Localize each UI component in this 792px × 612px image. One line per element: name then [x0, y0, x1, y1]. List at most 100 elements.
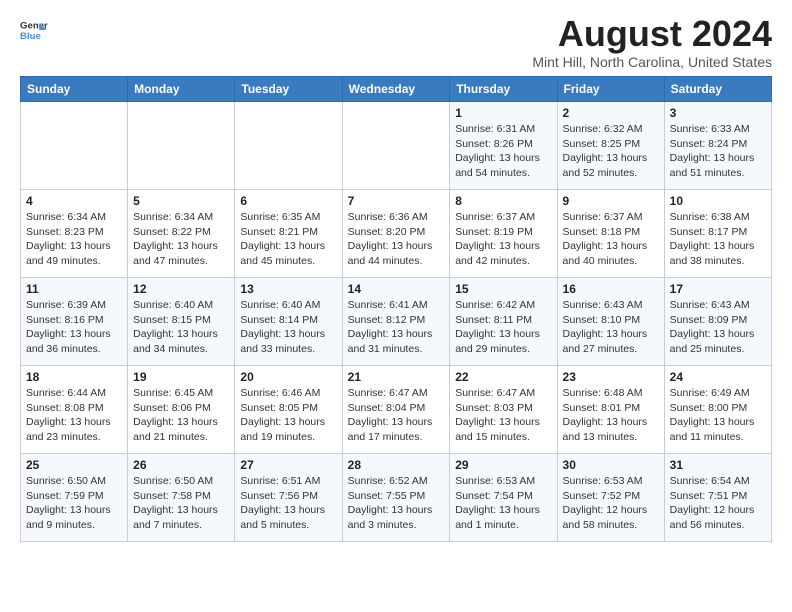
day-number: 19 [133, 370, 229, 384]
day-number: 8 [455, 194, 551, 208]
day-info: Sunrise: 6:39 AM Sunset: 8:16 PM Dayligh… [26, 298, 122, 357]
day-number: 20 [240, 370, 336, 384]
day-number: 14 [348, 282, 445, 296]
calendar-cell: 10 Sunrise: 6:38 AM Sunset: 8:17 PM Dayli… [664, 190, 771, 278]
day-number: 24 [670, 370, 766, 384]
day-number: 15 [455, 282, 551, 296]
title-block: August 2024 Mint Hill, North Carolina, U… [532, 16, 772, 70]
day-number: 5 [133, 194, 229, 208]
calendar-cell: 28 Sunrise: 6:52 AM Sunset: 7:55 PM Dayli… [342, 454, 450, 542]
calendar-cell: 7 Sunrise: 6:36 AM Sunset: 8:20 PM Daylig… [342, 190, 450, 278]
day-number: 4 [26, 194, 122, 208]
day-number: 21 [348, 370, 445, 384]
weekday-header-sunday: Sunday [21, 77, 128, 102]
day-info: Sunrise: 6:40 AM Sunset: 8:14 PM Dayligh… [240, 298, 336, 357]
logo-icon: General Blue [20, 16, 48, 44]
day-number: 11 [26, 282, 122, 296]
month-year-title: August 2024 [532, 16, 772, 52]
weekday-header-thursday: Thursday [450, 77, 557, 102]
calendar-cell: 27 Sunrise: 6:51 AM Sunset: 7:56 PM Dayli… [235, 454, 342, 542]
day-info: Sunrise: 6:48 AM Sunset: 8:01 PM Dayligh… [563, 386, 659, 445]
day-info: Sunrise: 6:37 AM Sunset: 8:19 PM Dayligh… [455, 210, 551, 269]
day-number: 1 [455, 106, 551, 120]
weekday-header-friday: Friday [557, 77, 664, 102]
day-info: Sunrise: 6:36 AM Sunset: 8:20 PM Dayligh… [348, 210, 445, 269]
svg-text:Blue: Blue [20, 31, 41, 42]
calendar-cell: 22Sunrise: 6:47 AM Sunset: 8:03 PM Dayli… [450, 366, 557, 454]
day-info: Sunrise: 6:50 AM Sunset: 7:58 PM Dayligh… [133, 474, 229, 533]
day-info: Sunrise: 6:51 AM Sunset: 7:56 PM Dayligh… [240, 474, 336, 533]
day-number: 13 [240, 282, 336, 296]
calendar-cell: 25Sunrise: 6:50 AM Sunset: 7:59 PM Dayli… [21, 454, 128, 542]
calendar-cell: 19 Sunrise: 6:45 AM Sunset: 8:06 PM Dayli… [128, 366, 235, 454]
day-info: Sunrise: 6:32 AM Sunset: 8:25 PM Dayligh… [563, 122, 659, 181]
day-info: Sunrise: 6:37 AM Sunset: 8:18 PM Dayligh… [563, 210, 659, 269]
calendar-cell [342, 102, 450, 190]
calendar-cell: 18 Sunrise: 6:44 AM Sunset: 8:08 PM Dayli… [21, 366, 128, 454]
weekday-header-tuesday: Tuesday [235, 77, 342, 102]
day-info: Sunrise: 6:44 AM Sunset: 8:08 PM Dayligh… [26, 386, 122, 445]
calendar-cell [128, 102, 235, 190]
day-number: 7 [348, 194, 445, 208]
calendar-cell: 26 Sunrise: 6:50 AM Sunset: 7:58 PM Dayli… [128, 454, 235, 542]
day-number: 3 [670, 106, 766, 120]
day-info: Sunrise: 6:50 AM Sunset: 7:59 PM Dayligh… [26, 474, 122, 533]
day-info: Sunrise: 6:45 AM Sunset: 8:06 PM Dayligh… [133, 386, 229, 445]
day-info: Sunrise: 6:34 AM Sunset: 8:22 PM Dayligh… [133, 210, 229, 269]
day-number: 29 [455, 458, 551, 472]
calendar-cell [235, 102, 342, 190]
day-info: Sunrise: 6:47 AM Sunset: 8:03 PM Dayligh… [455, 386, 551, 445]
day-number: 30 [563, 458, 659, 472]
day-info: Sunrise: 6:54 AM Sunset: 7:51 PM Dayligh… [670, 474, 766, 533]
calendar-cell: 8 Sunrise: 6:37 AM Sunset: 8:19 PM Daylig… [450, 190, 557, 278]
day-number: 6 [240, 194, 336, 208]
calendar-week-row: 25Sunrise: 6:50 AM Sunset: 7:59 PM Dayli… [21, 454, 772, 542]
day-info: Sunrise: 6:38 AM Sunset: 8:17 PM Dayligh… [670, 210, 766, 269]
calendar-table: SundayMondayTuesdayWednesdayThursdayFrid… [20, 76, 772, 542]
calendar-cell: 24Sunrise: 6:49 AM Sunset: 8:00 PM Dayli… [664, 366, 771, 454]
weekday-header-monday: Monday [128, 77, 235, 102]
day-info: Sunrise: 6:41 AM Sunset: 8:12 PM Dayligh… [348, 298, 445, 357]
location-subtitle: Mint Hill, North Carolina, United States [532, 54, 772, 70]
calendar-cell: 31 Sunrise: 6:54 AM Sunset: 7:51 PM Dayli… [664, 454, 771, 542]
day-number: 27 [240, 458, 336, 472]
day-number: 12 [133, 282, 229, 296]
calendar-cell: 21 Sunrise: 6:47 AM Sunset: 8:04 PM Dayli… [342, 366, 450, 454]
calendar-week-row: 4 Sunrise: 6:34 AM Sunset: 8:23 PM Daylig… [21, 190, 772, 278]
day-number: 17 [670, 282, 766, 296]
day-info: Sunrise: 6:46 AM Sunset: 8:05 PM Dayligh… [240, 386, 336, 445]
day-info: Sunrise: 6:42 AM Sunset: 8:11 PM Dayligh… [455, 298, 551, 357]
logo: General Blue [20, 16, 48, 44]
day-number: 26 [133, 458, 229, 472]
day-info: Sunrise: 6:34 AM Sunset: 8:23 PM Dayligh… [26, 210, 122, 269]
weekday-header-wednesday: Wednesday [342, 77, 450, 102]
day-info: Sunrise: 6:33 AM Sunset: 8:24 PM Dayligh… [670, 122, 766, 181]
calendar-cell: 20 Sunrise: 6:46 AM Sunset: 8:05 PM Dayli… [235, 366, 342, 454]
day-info: Sunrise: 6:53 AM Sunset: 7:52 PM Dayligh… [563, 474, 659, 533]
calendar-cell: 16Sunrise: 6:43 AM Sunset: 8:10 PM Dayli… [557, 278, 664, 366]
day-info: Sunrise: 6:47 AM Sunset: 8:04 PM Dayligh… [348, 386, 445, 445]
calendar-cell: 13 Sunrise: 6:40 AM Sunset: 8:14 PM Dayli… [235, 278, 342, 366]
calendar-week-row: 18 Sunrise: 6:44 AM Sunset: 8:08 PM Dayli… [21, 366, 772, 454]
day-number: 23 [563, 370, 659, 384]
calendar-cell: 23 Sunrise: 6:48 AM Sunset: 8:01 PM Dayli… [557, 366, 664, 454]
calendar-cell: 14 Sunrise: 6:41 AM Sunset: 8:12 PM Dayli… [342, 278, 450, 366]
calendar-cell: 29Sunrise: 6:53 AM Sunset: 7:54 PM Dayli… [450, 454, 557, 542]
day-number: 10 [670, 194, 766, 208]
day-number: 2 [563, 106, 659, 120]
calendar-cell: 4 Sunrise: 6:34 AM Sunset: 8:23 PM Daylig… [21, 190, 128, 278]
day-number: 31 [670, 458, 766, 472]
calendar-week-row: 11 Sunrise: 6:39 AM Sunset: 8:16 PM Dayli… [21, 278, 772, 366]
day-info: Sunrise: 6:43 AM Sunset: 8:10 PM Dayligh… [563, 298, 659, 357]
calendar-cell [21, 102, 128, 190]
day-number: 9 [563, 194, 659, 208]
calendar-cell: 3 Sunrise: 6:33 AM Sunset: 8:24 PM Daylig… [664, 102, 771, 190]
calendar-cell: 12 Sunrise: 6:40 AM Sunset: 8:15 PM Dayli… [128, 278, 235, 366]
day-info: Sunrise: 6:52 AM Sunset: 7:55 PM Dayligh… [348, 474, 445, 533]
day-number: 28 [348, 458, 445, 472]
calendar-cell: 9 Sunrise: 6:37 AM Sunset: 8:18 PM Daylig… [557, 190, 664, 278]
weekday-header-row: SundayMondayTuesdayWednesdayThursdayFrid… [21, 77, 772, 102]
day-info: Sunrise: 6:31 AM Sunset: 8:26 PM Dayligh… [455, 122, 551, 181]
day-number: 18 [26, 370, 122, 384]
day-info: Sunrise: 6:40 AM Sunset: 8:15 PM Dayligh… [133, 298, 229, 357]
